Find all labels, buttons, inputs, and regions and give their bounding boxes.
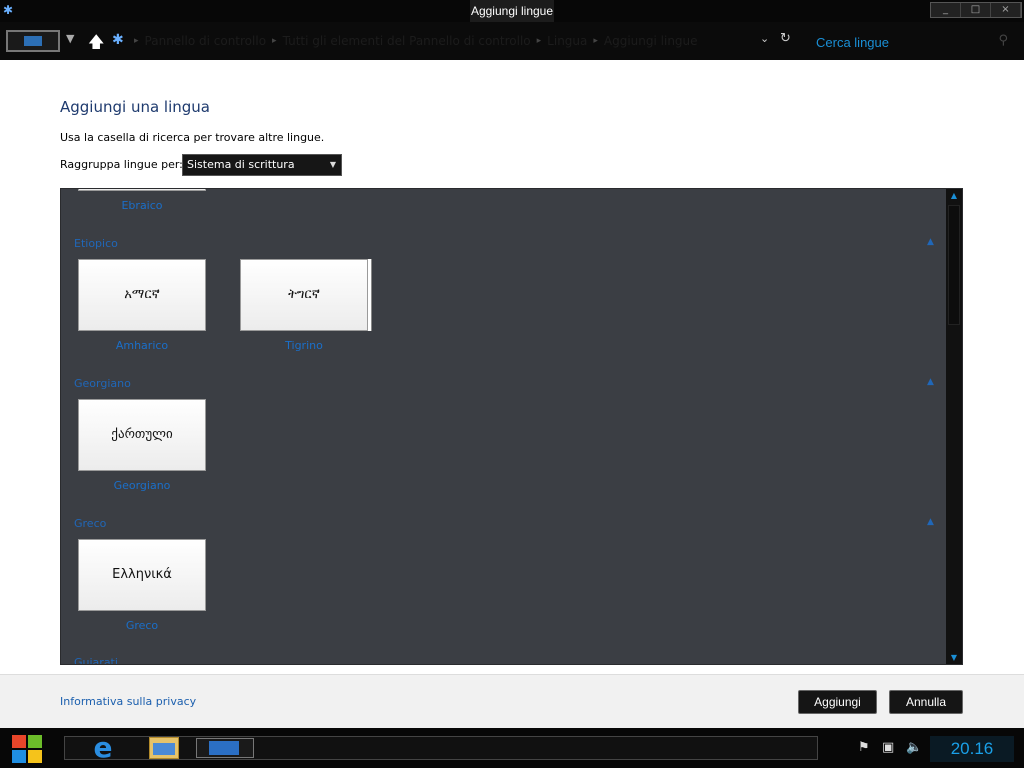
windows-logo-icon	[28, 750, 42, 763]
window-title: Aggiungi lingue	[470, 0, 554, 22]
language-tile[interactable]: ትግርኛ	[240, 259, 368, 331]
taskbar: e ⚑ ▣ 🔈 20.16	[0, 728, 1024, 768]
group-by-select[interactable]: Sistema di scrittura ▼	[182, 154, 342, 176]
clock[interactable]: 20.16	[930, 736, 1014, 762]
language-label[interactable]: Tigrino	[240, 339, 368, 352]
search-box: ⚲	[806, 30, 1014, 54]
search-icon[interactable]: ⚲	[998, 33, 1008, 48]
privacy-link[interactable]: Informativa sulla privacy	[60, 695, 196, 708]
add-button[interactable]: Aggiungi	[798, 690, 877, 714]
language-tile[interactable]: Ελληνικά	[78, 539, 206, 611]
language-label[interactable]: Ebraico	[78, 199, 206, 212]
search-input[interactable]	[806, 30, 986, 54]
page-title: Aggiungi una lingua	[60, 98, 210, 116]
group-header[interactable]: Georgiano	[74, 377, 131, 390]
scroll-up-icon[interactable]: ▲	[946, 191, 962, 200]
internet-explorer-icon[interactable]: e	[84, 731, 122, 765]
breadcrumb-item[interactable]: Lingua	[547, 34, 587, 48]
breadcrumb-separator-icon: ▸	[536, 36, 542, 46]
minimize-button[interactable]: _	[931, 3, 961, 17]
cancel-button[interactable]: Annulla	[889, 690, 963, 714]
language-label[interactable]: Greco	[78, 619, 206, 632]
group-header[interactable]: Greco	[74, 517, 106, 530]
group-header[interactable]: Etiopico	[74, 237, 118, 250]
back-forward-buttons[interactable]	[6, 30, 60, 52]
footer: Informativa sulla privacy Aggiungi Annul…	[0, 674, 1024, 728]
language-tile[interactable]: ქართული	[78, 399, 206, 471]
maximize-button[interactable]: □	[961, 3, 991, 17]
group-header-partial[interactable]: Gujarati	[74, 656, 118, 664]
group-by-label: Raggruppa lingue per:	[60, 158, 183, 171]
language-label[interactable]: Georgiano	[78, 479, 206, 492]
chevron-down-icon: ▼	[329, 160, 336, 169]
refresh-icon[interactable]: ↻	[780, 31, 791, 46]
vertical-scrollbar[interactable]: ▲ ▼	[946, 189, 962, 664]
breadcrumb-item[interactable]: Pannello di controllo	[145, 34, 267, 48]
language-tile[interactable]: አማርኛ	[78, 259, 206, 331]
language-label[interactable]: Amharico	[78, 339, 206, 352]
address-bar: ▼ 🡅 ✱ ▸ Pannello di controllo ▸ Tutti gl…	[0, 22, 1024, 60]
scrollbar-thumb[interactable]	[948, 205, 960, 325]
collapse-icon[interactable]: ▲	[927, 517, 934, 527]
title-bar: ✱ Aggiungi lingue _ □ ×	[0, 0, 1024, 22]
main-content: Aggiungi una lingua Usa la casella di ri…	[0, 60, 1024, 674]
control-panel-icon: ✱	[3, 3, 14, 17]
collapse-icon[interactable]: ▲	[927, 237, 934, 247]
breadcrumb-item[interactable]: Aggiungi lingue	[604, 34, 698, 48]
language-tile-partial[interactable]	[78, 189, 206, 191]
windows-logo-icon	[12, 735, 26, 748]
up-arrow-icon[interactable]: 🡅	[88, 31, 104, 58]
breadcrumb-separator-icon: ▸	[134, 36, 139, 46]
file-explorer-icon[interactable]	[145, 731, 183, 765]
breadcrumb-separator-icon: ▸	[272, 36, 277, 46]
network-icon[interactable]: ▣	[882, 740, 894, 755]
control-panel-icon: ✱	[112, 32, 124, 48]
close-button[interactable]: ×	[991, 3, 1021, 17]
windows-logo-icon	[28, 735, 42, 748]
windows-logo-icon	[12, 750, 26, 763]
action-center-flag-icon[interactable]: ⚑	[858, 740, 870, 755]
breadcrumb-item[interactable]: Tutti gli elementi del Pannello di contr…	[283, 34, 531, 48]
language-list[interactable]: Ebraico Etiopico ▲ አማርኛ Amharico ትግርኛ Ti…	[60, 188, 963, 665]
volume-muted-icon[interactable]: 🔈	[906, 740, 922, 755]
breadcrumb-separator-icon: ▸	[593, 36, 598, 46]
group-by-value: Sistema di scrittura	[187, 158, 295, 171]
instruction-text: Usa la casella di ricerca per trovare al…	[60, 131, 325, 144]
scroll-down-icon[interactable]: ▼	[946, 653, 962, 662]
window-controls: _ □ ×	[930, 2, 1022, 18]
folder-icon	[153, 743, 175, 755]
recent-pages-chevron-icon[interactable]: ▼	[66, 32, 74, 45]
start-button[interactable]	[6, 732, 46, 764]
control-panel-task-button[interactable]	[196, 738, 254, 758]
collapse-icon[interactable]: ▲	[927, 377, 934, 387]
address-dropdown-chevron-icon[interactable]: ⌄	[760, 32, 769, 45]
breadcrumb[interactable]: ▸ Pannello di controllo ▸ Tutti gli elem…	[134, 30, 774, 52]
window: ✱ Aggiungi lingue _ □ × ▼ 🡅 ✱ ▸ Pannello…	[0, 0, 1024, 768]
